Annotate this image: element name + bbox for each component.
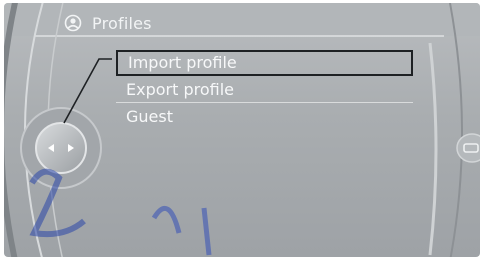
screen-frame xyxy=(4,3,480,257)
page-title: Profiles xyxy=(92,13,152,33)
title-row: Profiles xyxy=(64,11,152,35)
right-arc xyxy=(449,3,463,257)
left-frame-edge xyxy=(4,3,18,257)
side-button xyxy=(456,133,480,163)
menu-item-export-profile[interactable]: Export profile xyxy=(116,76,413,103)
profile-menu: Import profile Export profile Guest xyxy=(116,50,413,130)
menu-item-label: Export profile xyxy=(126,80,234,99)
idrive-screen: Profiles Import profile Export profile G… xyxy=(4,3,480,257)
menu-item-import-profile[interactable]: Import profile xyxy=(116,50,413,76)
profile-icon xyxy=(64,14,82,32)
controller-knob xyxy=(35,122,87,174)
menu-item-guest[interactable]: Guest xyxy=(116,103,413,130)
menu-item-label: Guest xyxy=(126,107,173,126)
menu-item-label: Import profile xyxy=(128,53,237,72)
scroll-track xyxy=(428,42,438,256)
